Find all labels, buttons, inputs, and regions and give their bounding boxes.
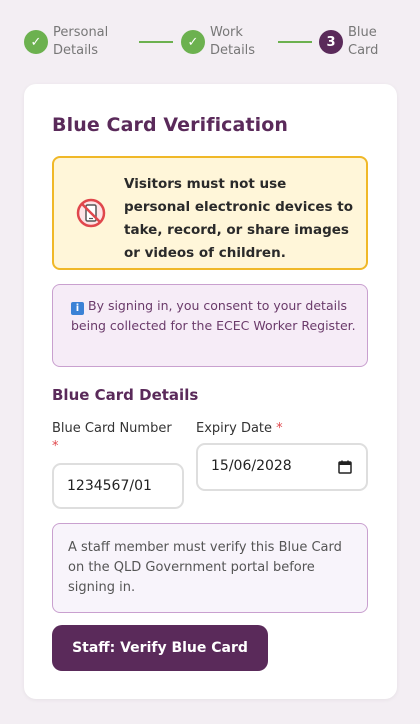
consent-text: By signing in, you consent to your detai… — [71, 298, 356, 333]
consent-notice: i By signing in, you consent to your deta… — [52, 284, 368, 367]
blue-card-number-label: Blue Card Number * — [52, 421, 172, 454]
progress-stepper: ✓ Personal Details ✓ Work Details 3 Blue… — [0, 0, 420, 84]
expiry-date-label: Expiry Date * — [196, 421, 283, 436]
section-title-blue-card-details: Blue Card Details — [52, 386, 199, 404]
info-icon: i — [71, 302, 84, 315]
step-connector-1 — [139, 41, 173, 43]
no-phone-icon — [76, 198, 106, 228]
step-3-number: 3 — [319, 30, 343, 54]
verify-blue-card-button[interactable]: Staff: Verify Blue Card — [52, 625, 268, 671]
device-warning-banner: Visitors must not use personal electroni… — [52, 156, 368, 270]
page-title: Blue Card Verification — [52, 114, 289, 136]
staff-note-text: A staff member must verify this Blue Car… — [68, 540, 342, 595]
step-2-check-icon: ✓ — [181, 30, 205, 54]
expiry-date-value: 15/06/2028 — [211, 458, 292, 474]
step-connector-2 — [278, 41, 312, 43]
calendar-icon[interactable] — [338, 460, 352, 474]
step-1-check-icon: ✓ — [24, 30, 48, 54]
required-marker: * — [52, 439, 59, 454]
device-warning-text: Visitors must not use personal electroni… — [124, 176, 353, 261]
required-marker: * — [276, 421, 283, 436]
step-1-label: Personal Details — [53, 25, 109, 58]
expiry-date-input[interactable]: 15/06/2028 — [196, 443, 368, 491]
step-3-label: Blue Card — [348, 25, 379, 58]
step-2-label: Work Details — [210, 25, 256, 58]
blue-card-form-card: Blue Card Verification Visitors must not… — [24, 84, 397, 699]
blue-card-number-input[interactable]: 1234567/01 — [52, 463, 184, 509]
staff-verification-note: A staff member must verify this Blue Car… — [52, 523, 368, 613]
